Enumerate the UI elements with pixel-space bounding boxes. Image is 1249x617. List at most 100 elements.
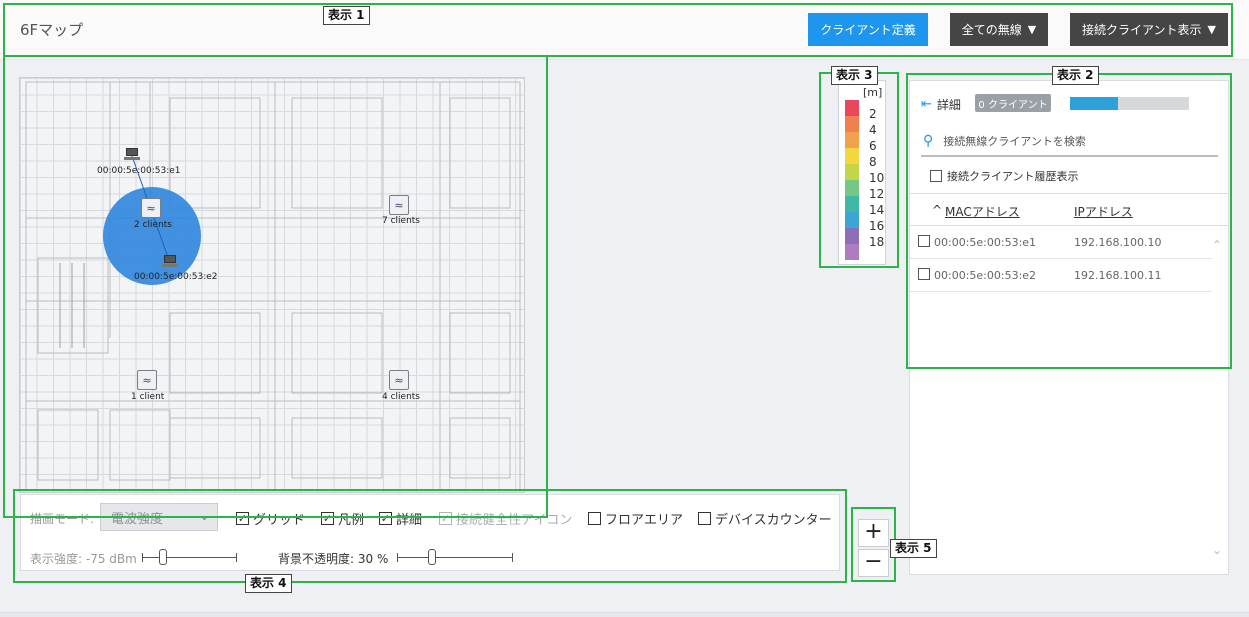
map-controls: 描画モード: 電波強度 ⌄ ✓ グリッド ✓ 凡例 ✓ 詳細 ✓ 接続健全性アイコン フ… — [20, 494, 840, 571]
health-icon-checkbox: ✓ 接続健全性アイコン — [439, 509, 572, 528]
slider-thumb[interactable] — [427, 549, 436, 565]
legend-swatch — [845, 116, 859, 132]
search-icon: ⚲ — [923, 133, 934, 149]
client-define-button[interactable]: クライアント定義 — [808, 13, 928, 46]
annotation-label-2: 表示 2 — [1052, 66, 1099, 85]
legend-row — [845, 244, 885, 260]
annotation-label-1: 表示 1 — [323, 6, 370, 25]
checkbox-box — [588, 512, 601, 525]
slider-tick — [236, 553, 237, 562]
device-counter-checkbox[interactable]: デバイスカウンター — [698, 509, 832, 528]
table-row[interactable]: 00:00:5e:00:53:e2 192.168.100.11 — [910, 259, 1212, 292]
legend-label: 凡例 — [338, 513, 365, 528]
wireless-filter-label: 全ての無線 — [961, 23, 1022, 37]
column-ip[interactable]: IPアドレス — [1074, 203, 1133, 220]
row-ip: 192.168.100.11 — [1074, 269, 1162, 282]
access-point-icon[interactable]: ≈ — [141, 198, 161, 218]
client-mac-label: 00:00:5e:00:53:e2 — [134, 272, 218, 282]
usage-bar — [1070, 97, 1189, 110]
legend-row: 4 — [845, 116, 885, 136]
search-input[interactable] — [941, 133, 1202, 149]
checkbox-box: ✓ — [236, 512, 249, 525]
legend-swatch — [845, 244, 859, 260]
display-strength-slider[interactable] — [142, 549, 237, 565]
legend-swatch — [845, 132, 859, 148]
detail-toggle[interactable]: ⇤ 詳細 — [921, 96, 961, 113]
legend-row: 10 — [845, 164, 885, 184]
caret-down-icon: ▼ — [1027, 23, 1037, 36]
column-mac[interactable]: MACアドレス — [945, 203, 1020, 220]
legend-row: 2 — [845, 100, 885, 120]
map-title: 6Fマップ — [20, 21, 84, 39]
usage-bar-fill — [1070, 97, 1118, 110]
detail-checkbox[interactable]: ✓ 詳細 — [379, 509, 422, 528]
table-header: ^ MACアドレス IPアドレス — [910, 193, 1228, 226]
health-icon-label: 接続健全性アイコン — [456, 513, 573, 528]
client-search[interactable]: ⚲ — [921, 127, 1218, 157]
legend-row: 12 — [845, 180, 885, 200]
scroll-down-icon[interactable]: ⌄ — [1212, 543, 1222, 557]
chevron-down-icon: ⌄ — [199, 510, 209, 523]
history-label: 接続クライアント履歴表示 — [947, 170, 1079, 183]
annotation-label-3: 表示 3 — [831, 66, 878, 85]
legend-swatch — [845, 196, 859, 212]
legend-swatch — [845, 100, 859, 116]
slider-tick — [142, 553, 143, 562]
access-point-icon[interactable]: ≈ — [389, 370, 409, 390]
legend-row: 16 — [845, 212, 885, 232]
history-toggle[interactable]: 接続クライアント履歴表示 — [930, 168, 1079, 184]
sort-asc-icon: ^ — [932, 203, 943, 217]
client-display-dropdown[interactable]: 接続クライアント表示 ▼ — [1070, 13, 1228, 46]
annotation-label-4: 表示 4 — [245, 574, 292, 593]
ap-label: 2 clients — [134, 220, 172, 230]
annotation-label-5: 表示 5 — [890, 539, 937, 558]
grid-checkbox[interactable]: ✓ グリッド — [236, 509, 305, 528]
device-counter-label: デバイスカウンター — [715, 513, 832, 528]
slider-thumb[interactable] — [158, 549, 167, 565]
draw-mode-value: 電波強度 — [111, 511, 164, 527]
grid-label: グリッド — [253, 513, 306, 528]
row-mac: 00:00:5e:00:53:e2 — [934, 269, 1037, 282]
row-ip: 192.168.100.10 — [1074, 236, 1162, 249]
collapse-left-icon: ⇤ — [921, 97, 932, 112]
scroll-up-icon[interactable]: ⌃ — [1212, 238, 1222, 252]
legend-row: 14 — [845, 196, 885, 216]
access-point-icon[interactable]: ≈ — [389, 195, 409, 215]
access-point-icon[interactable]: ≈ — [137, 370, 157, 390]
legend-row: 18 — [845, 228, 885, 248]
ap-label: 1 client — [131, 392, 165, 402]
display-strength-label: 表示強度: -75 dBm — [30, 552, 137, 566]
history-checkbox[interactable] — [930, 170, 942, 182]
floor-area-label: フロアエリア — [605, 513, 684, 528]
floor-area-checkbox[interactable]: フロアエリア — [588, 509, 683, 528]
detail-label: 詳細 — [396, 513, 423, 528]
bg-opacity-label: 背景不透明度: 30 % — [278, 552, 389, 566]
slider-tick — [397, 553, 398, 562]
client-mac-label: 00:00:5e:00:53:e1 — [97, 166, 181, 176]
legend-unit: [m] — [863, 86, 883, 99]
legend-checkbox[interactable]: ✓ 凡例 — [321, 509, 364, 528]
client-count-badge: 0 クライアント — [975, 94, 1051, 112]
floor-map[interactable]: ≈ 2 clients ≈ 7 clients ≈ 1 client ≈ 4 c… — [19, 77, 525, 493]
distance-legend: [m] 2 4 6 8 10 12 14 16 18 — [838, 80, 886, 265]
bg-opacity-slider[interactable] — [397, 549, 513, 565]
row-checkbox[interactable] — [918, 235, 930, 247]
wireless-filter-dropdown[interactable]: 全ての無線 ▼ — [950, 13, 1048, 46]
legend-swatch — [845, 164, 859, 180]
legend-swatch — [845, 212, 859, 228]
table-row[interactable]: 00:00:5e:00:53:e1 192.168.100.10 — [910, 226, 1212, 259]
draw-mode-label: 描画モード: — [30, 512, 95, 526]
legend-swatch — [845, 148, 859, 164]
laptop-icon[interactable] — [162, 255, 178, 267]
legend-swatch — [845, 180, 859, 196]
row-mac: 00:00:5e:00:53:e1 — [934, 236, 1037, 249]
zoom-out-button[interactable]: − — [858, 549, 889, 577]
zoom-in-button[interactable]: + — [858, 519, 889, 547]
caret-down-icon: ▼ — [1207, 23, 1216, 36]
ap-label: 7 clients — [382, 216, 420, 226]
slider-tick — [512, 553, 513, 562]
laptop-icon[interactable] — [124, 148, 140, 160]
row-checkbox[interactable] — [918, 268, 930, 280]
client-display-label: 接続クライアント表示 — [1082, 23, 1202, 37]
draw-mode-select[interactable]: 電波強度 ⌄ — [100, 503, 218, 531]
